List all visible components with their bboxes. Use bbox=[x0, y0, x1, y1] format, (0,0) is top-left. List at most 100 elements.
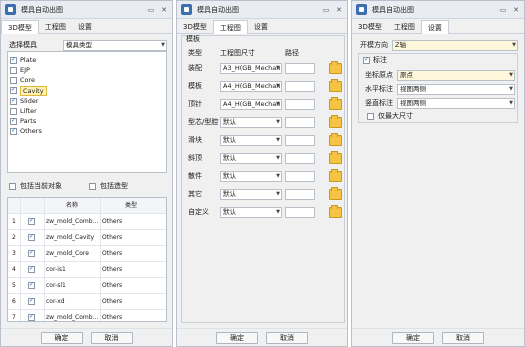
path-input[interactable] bbox=[285, 171, 315, 182]
folder-icon[interactable] bbox=[329, 205, 342, 218]
path-input[interactable] bbox=[285, 189, 315, 200]
table-row[interactable]: 5 cor-sl1 Others bbox=[8, 278, 166, 294]
chevron-down-icon: ▼ bbox=[276, 173, 280, 179]
checkbox[interactable] bbox=[10, 67, 17, 74]
table-row[interactable]: 7 zw_mold_Comb... Others bbox=[8, 310, 166, 321]
include-current-checkbox[interactable] bbox=[9, 183, 16, 190]
horizontal-dropdown[interactable]: 视图两侧 ▼ bbox=[397, 84, 515, 95]
row-checkbox[interactable] bbox=[28, 313, 35, 321]
dialog-buttons: 确定 取消 bbox=[1, 328, 172, 346]
path-input[interactable] bbox=[285, 99, 315, 110]
path-input[interactable] bbox=[285, 63, 315, 74]
checkbox[interactable] bbox=[10, 56, 17, 64]
close-icon[interactable]: ✕ bbox=[159, 5, 169, 15]
checkbox[interactable] bbox=[10, 127, 17, 135]
row-type: Others bbox=[102, 250, 123, 257]
folder-icon[interactable] bbox=[329, 61, 342, 74]
row-checkbox[interactable] bbox=[28, 233, 35, 241]
path-input[interactable] bbox=[285, 153, 315, 164]
drawing-size-dropdown[interactable]: 默认 ▼ bbox=[220, 207, 282, 218]
folder-icon[interactable] bbox=[329, 115, 342, 128]
tab-settings[interactable]: 设置 bbox=[248, 20, 274, 34]
table-row[interactable]: 2 zw_mold_Cavity Others bbox=[8, 230, 166, 246]
drawing-size-dropdown[interactable]: 默认 ▼ bbox=[220, 189, 282, 200]
row-type: Others bbox=[102, 266, 123, 273]
drawing-size-dropdown[interactable]: A4_H(GB_Mechan ▼ bbox=[220, 81, 282, 92]
path-input[interactable] bbox=[285, 81, 315, 92]
row-index: 3 bbox=[12, 250, 16, 257]
cancel-button[interactable]: 取消 bbox=[90, 331, 133, 344]
row-name: zw_mold_Core bbox=[46, 250, 89, 257]
folder-icon[interactable] bbox=[329, 133, 342, 146]
cancel-button[interactable]: 取消 bbox=[266, 331, 308, 344]
path-input[interactable] bbox=[285, 207, 315, 218]
chevron-down-icon: ▼ bbox=[276, 155, 280, 161]
drawing-size-dropdown[interactable]: 默认 ▼ bbox=[220, 117, 282, 128]
drawing-size-dropdown[interactable]: 默认 ▼ bbox=[220, 171, 282, 182]
folder-icon[interactable] bbox=[329, 187, 342, 200]
tab-drawing[interactable]: 工程图 bbox=[212, 20, 248, 34]
row-label-lifter: 斜顶 bbox=[188, 154, 202, 162]
tab-drawing[interactable]: 工程图 bbox=[388, 20, 421, 34]
table-row[interactable]: 4 cor-is1 Others bbox=[8, 262, 166, 278]
pin-icon[interactable]: ▭ bbox=[146, 5, 156, 15]
drawing-size-dropdown[interactable]: A3_H(GB_Mechan ▼ bbox=[220, 63, 282, 74]
checkbox[interactable] bbox=[10, 117, 17, 125]
chevron-down-icon: ▼ bbox=[276, 65, 280, 71]
row-checkbox[interactable] bbox=[28, 265, 35, 273]
chevron-down-icon: ▼ bbox=[276, 209, 280, 215]
drawing-size-dropdown[interactable]: A4_H(GB_Mechan ▼ bbox=[220, 99, 282, 110]
pin-icon[interactable]: ▭ bbox=[498, 5, 508, 15]
open-direction-dropdown[interactable]: Z轴 ▼ bbox=[392, 40, 518, 51]
annotation-checkbox[interactable] bbox=[363, 56, 370, 64]
pin-icon[interactable]: ▭ bbox=[321, 5, 331, 15]
drawing-size-dropdown[interactable]: 默认 ▼ bbox=[220, 153, 282, 164]
table-row[interactable]: 1 zw_mold_Comb... Others bbox=[8, 214, 166, 230]
ok-button[interactable]: 确定 bbox=[392, 331, 434, 344]
checkbox[interactable] bbox=[10, 86, 17, 94]
ok-button[interactable]: 确定 bbox=[40, 331, 83, 344]
row-checkbox[interactable] bbox=[28, 217, 35, 225]
checkbox[interactable] bbox=[10, 97, 17, 105]
tab-bar: 3D模型 工程图 设置 bbox=[352, 20, 524, 34]
cancel-button[interactable]: 取消 bbox=[442, 331, 484, 344]
list-item-label: Plate bbox=[20, 56, 37, 64]
panel-drawing: 模具自动出图 ▭ ✕ 3D模型 工程图 设置 模板 类型 工程图尺寸 路径 装配… bbox=[176, 0, 348, 347]
path-input[interactable] bbox=[285, 117, 315, 128]
origin-dropdown[interactable]: 原点 ▼ bbox=[397, 70, 515, 81]
checkbox[interactable] bbox=[10, 77, 17, 84]
folder-icon[interactable] bbox=[329, 169, 342, 182]
mold-type-dropdown[interactable]: 模具类型 ▼ bbox=[63, 40, 167, 51]
row-label-slider: 滑块 bbox=[188, 136, 202, 144]
tab-3d-model[interactable]: 3D模型 bbox=[177, 20, 213, 34]
table-row[interactable]: 6 cor-xd Others bbox=[8, 294, 166, 310]
include-model-label: 包括造型 bbox=[100, 182, 128, 190]
close-icon[interactable]: ✕ bbox=[511, 5, 521, 15]
header-type[interactable]: 类型 bbox=[100, 198, 162, 214]
list-item-label: Core bbox=[20, 76, 36, 84]
close-icon[interactable]: ✕ bbox=[334, 5, 344, 15]
tab-settings[interactable]: 设置 bbox=[72, 20, 98, 34]
drawing-size-dropdown[interactable]: 默认 ▼ bbox=[220, 135, 282, 146]
checkbox[interactable] bbox=[10, 108, 17, 115]
header-name[interactable]: 名称 bbox=[44, 198, 100, 214]
row-index: 2 bbox=[12, 234, 16, 241]
tab-3d-model[interactable]: 3D模型 bbox=[352, 20, 388, 34]
ok-button[interactable]: 确定 bbox=[216, 331, 258, 344]
tab-3d-model[interactable]: 3D模型 bbox=[1, 20, 39, 34]
folder-icon[interactable] bbox=[329, 151, 342, 164]
table-row[interactable]: 3 zw_mold_Core Others bbox=[8, 246, 166, 262]
row-checkbox[interactable] bbox=[28, 249, 35, 257]
folder-icon[interactable] bbox=[329, 97, 342, 110]
component-list: Plate EJP Core Cavity Slider Lifter Part… bbox=[7, 51, 167, 173]
folder-icon[interactable] bbox=[329, 79, 342, 92]
path-input[interactable] bbox=[285, 135, 315, 146]
tab-drawing[interactable]: 工程图 bbox=[39, 20, 72, 34]
row-type: Others bbox=[102, 282, 123, 289]
max-only-checkbox[interactable] bbox=[367, 113, 374, 120]
include-model-checkbox[interactable] bbox=[89, 183, 96, 190]
vertical-dropdown[interactable]: 视图两侧 ▼ bbox=[397, 98, 515, 109]
row-checkbox[interactable] bbox=[28, 297, 35, 305]
row-checkbox[interactable] bbox=[28, 281, 35, 289]
tab-settings[interactable]: 设置 bbox=[420, 20, 449, 34]
